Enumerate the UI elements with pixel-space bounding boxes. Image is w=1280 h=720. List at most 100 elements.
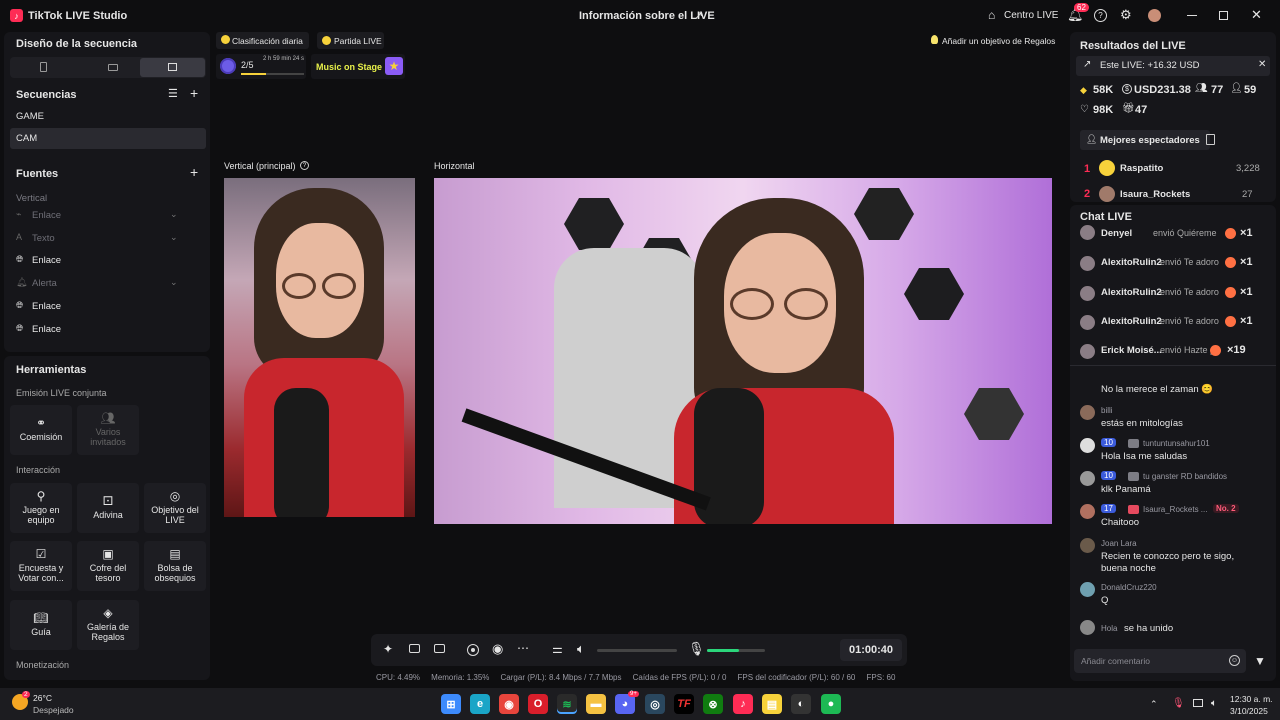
tool-card[interactable]: ▤ Bolsa de obsequios	[144, 541, 206, 591]
settings-icon[interactable]: ⚙	[1120, 7, 1132, 23]
earnings-banner[interactable]: ↗ Este LIVE: +16.32 USD ✕	[1076, 56, 1270, 76]
chat-username[interactable]: Hola	[1101, 624, 1117, 633]
sticky-notes-icon[interactable]: ▤	[762, 694, 782, 714]
best-viewers-tab[interactable]: 👤︎ Mejores espectadores	[1080, 130, 1210, 150]
home-icon[interactable]: ⌂	[988, 8, 995, 22]
dual-layout-button[interactable]	[140, 58, 205, 77]
horizontal-preview[interactable]	[434, 178, 1052, 524]
list-icon[interactable]: ☰	[168, 87, 178, 100]
tf-app-icon[interactable]: TF	[674, 694, 694, 714]
chat-username[interactable]: AlexitoRulin2	[1101, 287, 1162, 298]
scene-tool-icon[interactable]	[434, 644, 445, 653]
source-item[interactable]: 🔔︎ Alerta ⌄	[14, 276, 204, 294]
close-banner-icon[interactable]: ✕	[1258, 59, 1266, 70]
spotify-icon[interactable]: ≋	[557, 694, 577, 714]
tool-card[interactable]: ◎ Objetivo del LIVE	[144, 483, 206, 533]
multi-guest-button[interactable]: 👥︎ Varios invitados	[77, 405, 139, 455]
clock-date[interactable]: 3/10/2025	[1230, 706, 1268, 716]
avatar[interactable]	[1080, 538, 1095, 553]
source-item[interactable]: 🌐︎ Enlace	[14, 299, 204, 317]
avatar[interactable]	[1080, 438, 1095, 453]
avatar[interactable]	[1080, 405, 1095, 420]
emoji-icon[interactable]: ☺	[1229, 655, 1240, 666]
record-icon[interactable]	[467, 644, 479, 656]
chevron-down-icon[interactable]: ⌄	[170, 232, 178, 243]
tool-card[interactable]: 📖︎ Guía	[10, 600, 72, 650]
avatar[interactable]	[1080, 620, 1095, 635]
tool-card[interactable]: ⚀ Adivina	[77, 483, 139, 533]
microphone-icon[interactable]: 🎙︎	[688, 641, 705, 657]
temperature[interactable]: 26°C	[33, 693, 52, 703]
tiktok-taskbar-icon[interactable]: ♪	[733, 694, 753, 714]
close-icon[interactable]: ✕	[1251, 7, 1262, 23]
chat-username[interactable]: AlexitoRulin2	[1101, 257, 1162, 268]
minimize-icon[interactable]	[1187, 15, 1197, 16]
daily-ranking-chip[interactable]: Clasificación diaria	[216, 32, 309, 49]
avatar[interactable]	[1080, 344, 1095, 360]
coemision-button[interactable]: ⚭ Coemisión	[10, 405, 72, 455]
add-source-icon[interactable]: +	[190, 164, 198, 180]
edge-icon[interactable]: e	[470, 694, 490, 714]
clock-time[interactable]: 12:30 a. m.	[1230, 694, 1273, 704]
add-sequence-icon[interactable]: +	[190, 85, 198, 101]
chat-username[interactable]: AlexitoRulin2	[1101, 316, 1162, 327]
help-icon[interactable]: ?	[1094, 9, 1107, 22]
chevron-up-icon[interactable]: ⌃	[1150, 699, 1158, 710]
send-icon[interactable]: ▼	[1254, 654, 1266, 668]
mic-tray-icon[interactable]: 🎙︎	[1172, 698, 1185, 709]
tool-card[interactable]: ☑ Encuesta y Votar con...	[10, 541, 72, 591]
profile-avatar[interactable]	[1148, 9, 1161, 22]
avatar[interactable]	[1080, 504, 1095, 519]
chat-username[interactable]: tuntuntunsahur101	[1143, 439, 1210, 448]
source-item[interactable]: 🌐︎ Enlace	[14, 253, 204, 271]
progress-widget[interactable]: 2/5 2 h 59 min 24 s	[216, 54, 306, 79]
tool-card[interactable]: ▣ Cofre del tesoro	[77, 541, 139, 591]
chevron-down-icon[interactable]: ⌄	[170, 277, 178, 288]
adjust-icon[interactable]: ⚌	[552, 642, 563, 656]
discord-icon[interactable]: ◕	[615, 694, 635, 714]
share-icon[interactable]: ↗	[694, 9, 703, 22]
chat-username[interactable]: Erick Moisé...	[1101, 345, 1162, 356]
spotify-green-icon[interactable]: ●	[821, 694, 841, 714]
obs-icon[interactable]: ◐	[791, 694, 811, 714]
horizontal-layout-button[interactable]	[108, 64, 118, 71]
chat-username[interactable]: Denyel	[1101, 228, 1132, 239]
magic-wand-icon[interactable]: ✦	[383, 642, 393, 656]
source-item[interactable]: 🌐︎ Enlace	[14, 322, 204, 340]
windows-start-icon[interactable]: ⊞	[441, 694, 461, 714]
speaker-tray-icon[interactable]: 🔈︎	[1211, 698, 1217, 709]
avatar[interactable]	[1080, 582, 1095, 597]
chat-username[interactable]: Isaura_Rockets ...	[1143, 505, 1207, 514]
chat-username[interactable]: Joan Lara	[1101, 539, 1137, 548]
steam-icon[interactable]: ◎	[645, 694, 665, 714]
partida-live-chip[interactable]: Partida LIVE	[317, 32, 384, 49]
list-view-icon[interactable]	[1206, 134, 1215, 145]
add-gift-goal-button[interactable]: Añadir un objetivo de Regalos	[925, 32, 1065, 49]
weather-desc[interactable]: Despejado	[33, 705, 74, 715]
xbox-icon[interactable]: ⊗	[703, 694, 723, 714]
speaker-icon[interactable]: 🔈︎	[577, 641, 585, 657]
centro-live-button[interactable]: Centro LIVE	[1004, 10, 1058, 21]
music-on-stage-widget[interactable]: Music on Stage ★	[311, 54, 405, 79]
comment-box[interactable]: Añadir comentario ☺	[1074, 649, 1246, 673]
chat-username[interactable]: tu ganster RD bandidos	[1143, 472, 1227, 481]
info-icon[interactable]: ?	[300, 161, 309, 170]
avatar[interactable]	[1080, 314, 1095, 330]
monitor-tray-icon[interactable]	[1193, 699, 1203, 707]
maximize-icon[interactable]	[1219, 11, 1228, 20]
more-icon[interactable]: ⋯	[517, 641, 529, 655]
opera-icon[interactable]: O	[528, 694, 548, 714]
source-item[interactable]: ⌁ Enlace ⌄	[14, 208, 204, 226]
file-explorer-icon[interactable]: ▬	[586, 694, 606, 714]
avatar[interactable]	[1080, 471, 1095, 486]
replay-icon[interactable]: ◉	[492, 641, 503, 657]
chevron-down-icon[interactable]: ⌄	[170, 209, 178, 220]
tool-card[interactable]: ⚲ Juego en equipo	[10, 483, 72, 533]
add-source-tool-icon[interactable]	[409, 644, 420, 653]
vertical-preview[interactable]	[224, 178, 415, 517]
avatar[interactable]	[1080, 256, 1095, 272]
source-item[interactable]: A Texto ⌄	[14, 231, 204, 249]
chat-username[interactable]: billi	[1101, 406, 1113, 415]
sequence-item-cam[interactable]: CAM	[10, 128, 206, 149]
chrome-icon[interactable]: ◉	[499, 694, 519, 714]
